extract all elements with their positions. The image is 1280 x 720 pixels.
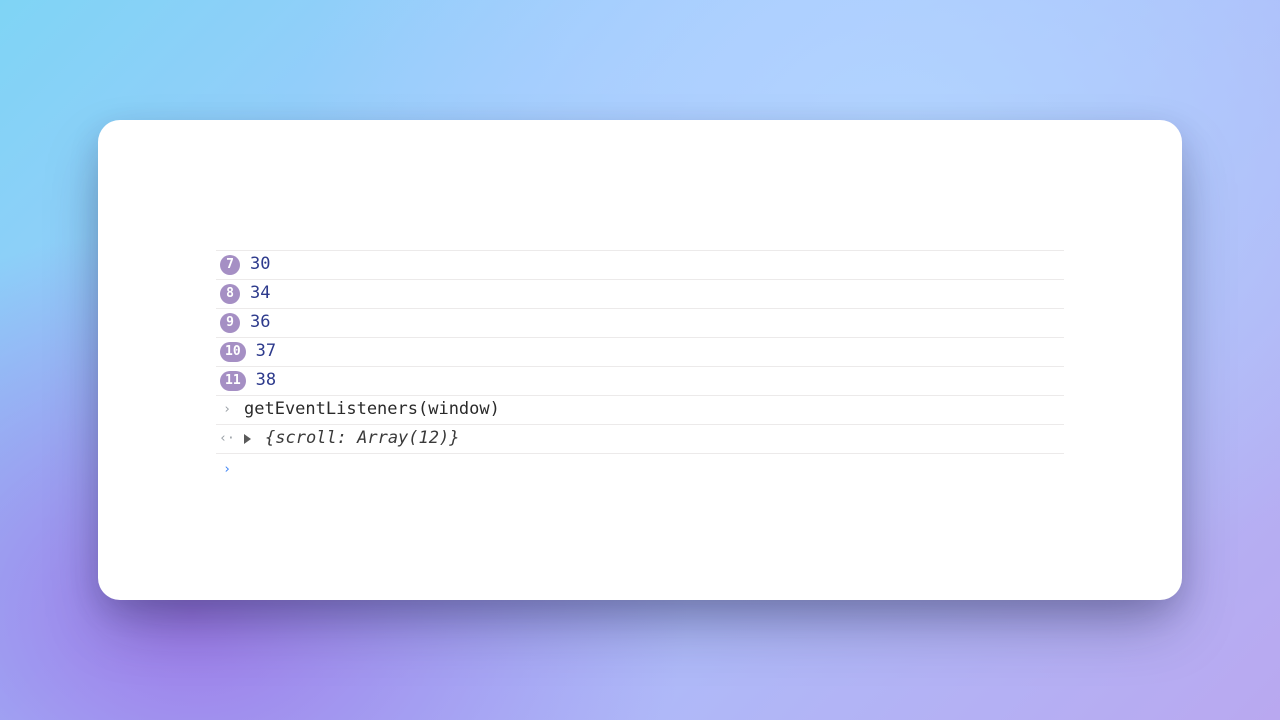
log-row[interactable]: 10 37	[216, 338, 1064, 367]
log-row[interactable]: 9 36	[216, 309, 1064, 338]
console-input-row[interactable]: › getEventListeners(window)	[216, 396, 1064, 425]
output-chevron-icon: ‹·	[220, 430, 234, 448]
repeat-count-badge: 8	[220, 284, 240, 304]
log-row[interactable]: 8 34	[216, 280, 1064, 309]
console-prompt-row[interactable]: ›	[216, 454, 1064, 483]
log-value: 36	[250, 311, 270, 335]
log-value: 30	[250, 253, 270, 277]
prompt-chevron-icon: ›	[220, 461, 234, 479]
object-summary[interactable]: {scroll: Array(12)}	[265, 427, 459, 451]
log-value: 34	[250, 282, 270, 306]
expand-caret-icon[interactable]	[244, 434, 251, 444]
input-chevron-icon: ›	[220, 401, 234, 419]
repeat-count-badge: 10	[220, 342, 246, 362]
log-row[interactable]: 11 38	[216, 367, 1064, 396]
log-row[interactable]: 7 30	[216, 251, 1064, 280]
repeat-count-badge: 7	[220, 255, 240, 275]
repeat-count-badge: 9	[220, 313, 240, 333]
log-value: 37	[256, 340, 276, 364]
repeat-count-badge: 11	[220, 371, 246, 391]
console-output-row[interactable]: ‹· {scroll: Array(12)}	[216, 425, 1064, 454]
console-card: 7 30 8 34 9 36 10 37 11 38 › getEventLis…	[98, 120, 1182, 600]
console-log: 7 30 8 34 9 36 10 37 11 38 › getEventLis…	[216, 250, 1064, 483]
console-command-text: getEventListeners(window)	[244, 398, 500, 422]
log-value: 38	[256, 369, 276, 393]
